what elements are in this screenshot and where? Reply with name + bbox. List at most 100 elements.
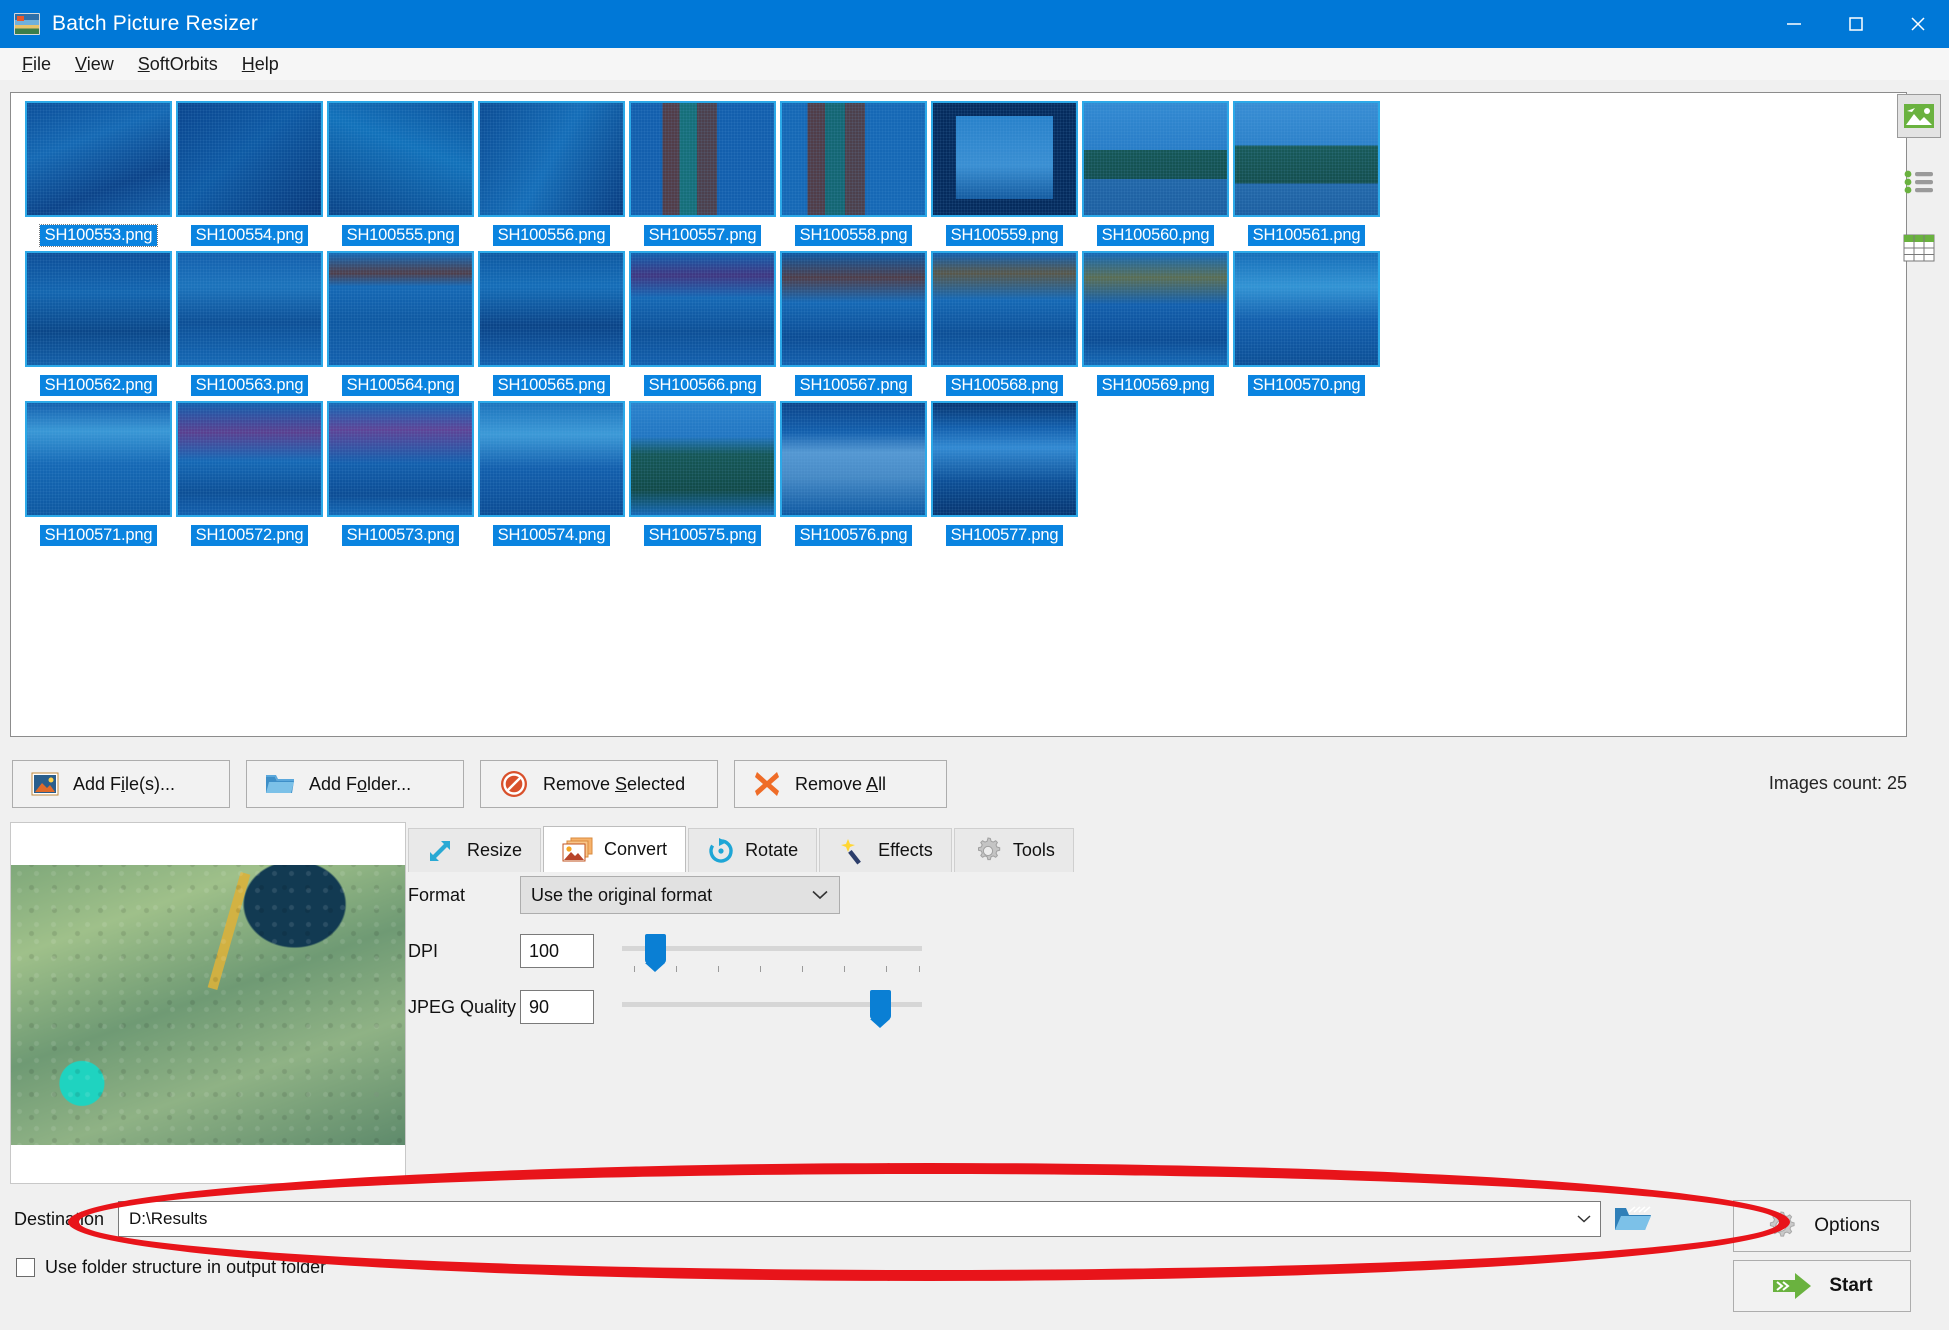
add-folder-button[interactable]: Add Folder... <box>246 760 464 808</box>
add-files-button[interactable]: Add File(s)... <box>12 760 230 808</box>
thumbnail-image[interactable] <box>25 101 172 217</box>
thumbnail-view-icon[interactable] <box>1897 94 1941 138</box>
destination-input[interactable]: D:\Results <box>118 1201 1601 1237</box>
use-folder-structure-checkbox[interactable] <box>16 1258 35 1277</box>
thumbnail-item[interactable]: SH100570.png <box>1231 251 1382 396</box>
thumbnail-image[interactable] <box>327 401 474 517</box>
jpeg-quality-input[interactable]: 90 <box>520 990 594 1024</box>
thumbnail-filename: SH100574.png <box>492 525 611 546</box>
thumbnail-item[interactable]: SH100564.png <box>325 251 476 396</box>
thumbnail-image[interactable] <box>25 251 172 367</box>
format-label: Format <box>408 884 466 905</box>
thumbnail-item[interactable]: SH100560.png <box>1080 101 1231 246</box>
dpi-input[interactable]: 100 <box>520 934 594 968</box>
selection-overlay <box>631 253 774 365</box>
thumbnail-item[interactable]: SH100553.png <box>23 101 174 247</box>
thumbnail-list-panel[interactable]: SH100553.png SH100554.png SH100555.png SH10… <box>10 92 1907 737</box>
thumbnail-item[interactable]: SH100574.png <box>476 401 627 546</box>
thumbnail-item[interactable]: SH100563.png <box>174 251 325 396</box>
thumbnail-image[interactable] <box>176 251 323 367</box>
thumbnail-image[interactable] <box>478 101 625 217</box>
thumbnail-image[interactable] <box>780 101 927 217</box>
thumbnail-image[interactable] <box>25 401 172 517</box>
thumbnail-item[interactable]: SH100562.png <box>23 251 174 396</box>
thumbnail-item[interactable]: SH100577.png <box>929 401 1080 546</box>
thumbnail-item[interactable]: SH100557.png <box>627 101 778 246</box>
thumbnail-image[interactable] <box>478 401 625 517</box>
view-mode-bar <box>1897 94 1941 292</box>
menu-item-file[interactable]: File <box>10 51 63 78</box>
jpeg-slider-thumb[interactable] <box>870 990 891 1028</box>
thumbnail-image[interactable] <box>1082 101 1229 217</box>
thumbnail-image[interactable] <box>931 251 1078 367</box>
details-view-icon[interactable] <box>1897 226 1941 270</box>
start-button[interactable]: Start <box>1733 1260 1911 1312</box>
thumbnail-image[interactable] <box>1082 251 1229 367</box>
thumbnail-item[interactable]: SH100561.png <box>1231 101 1382 246</box>
thumbnail-item[interactable]: SH100575.png <box>627 401 778 546</box>
destination-row: Destination D:\Results <box>14 1200 1659 1238</box>
thumbnail-item[interactable]: SH100555.png <box>325 101 476 246</box>
selection-overlay <box>1084 253 1227 365</box>
thumbnail-item[interactable]: SH100569.png <box>1080 251 1231 396</box>
thumbnail-image[interactable] <box>931 101 1078 217</box>
remove-all-button[interactable]: Remove All <box>734 760 947 808</box>
thumbnail-item[interactable]: SH100567.png <box>778 251 929 396</box>
menu-item-softorbits[interactable]: SoftOrbits <box>126 51 230 78</box>
options-button[interactable]: Options <box>1733 1200 1911 1252</box>
selection-overlay <box>178 103 321 215</box>
selection-overlay <box>1084 103 1227 215</box>
title-bar: Batch Picture Resizer <box>0 0 1949 48</box>
tab-convert[interactable]: Convert <box>543 826 687 872</box>
menu-item-help[interactable]: Help <box>230 51 291 78</box>
dpi-slider[interactable] <box>622 932 922 972</box>
thumbnail-image[interactable] <box>780 401 927 517</box>
application-window: Batch Picture Resizer File View SoftOrbi… <box>0 0 1949 1330</box>
thumbnail-row: SH100571.png SH100572.png SH100573.png SH10… <box>23 401 1906 546</box>
list-view-icon[interactable] <box>1897 160 1941 204</box>
thumbnail-item[interactable]: SH100558.png <box>778 101 929 246</box>
dpi-slider-thumb[interactable] <box>645 934 666 972</box>
thumbnail-image[interactable] <box>176 401 323 517</box>
minimize-button[interactable] <box>1763 0 1825 48</box>
thumbnail-item[interactable]: SH100572.png <box>174 401 325 546</box>
selection-overlay <box>27 253 170 365</box>
tab-rotate[interactable]: Rotate <box>688 828 818 872</box>
tab-resize[interactable]: Resize <box>408 828 542 872</box>
thumbnail-image[interactable] <box>176 101 323 217</box>
maximize-button[interactable] <box>1825 0 1887 48</box>
close-button[interactable] <box>1887 0 1949 48</box>
thumbnail-image[interactable] <box>629 101 776 217</box>
thumbnail-image[interactable] <box>327 251 474 367</box>
remove-selected-button[interactable]: Remove Selected <box>480 760 718 808</box>
thumbnail-item[interactable]: SH100571.png <box>23 401 174 546</box>
thumbnail-item[interactable]: SH100565.png <box>476 251 627 396</box>
tab-tools[interactable]: Tools <box>953 828 1074 872</box>
selection-overlay <box>933 103 1076 215</box>
thumbnail-filename: SH100569.png <box>1096 375 1215 396</box>
chevron-down-icon[interactable] <box>1576 1209 1592 1229</box>
thumbnail-image[interactable] <box>629 251 776 367</box>
browse-folder-button[interactable] <box>1607 1200 1659 1238</box>
window-title: Batch Picture Resizer <box>52 12 259 35</box>
thumbnail-item[interactable]: SH100559.png <box>929 101 1080 246</box>
tab-effects[interactable]: Effects <box>819 828 952 872</box>
thumbnail-image[interactable] <box>931 401 1078 517</box>
menu-item-view[interactable]: View <box>63 51 126 78</box>
thumbnail-item[interactable]: SH100576.png <box>778 401 929 546</box>
thumbnail-item[interactable]: SH100573.png <box>325 401 476 546</box>
thumbnail-item[interactable]: SH100554.png <box>174 101 325 246</box>
thumbnail-item[interactable]: SH100566.png <box>627 251 778 396</box>
thumbnail-item[interactable]: SH100556.png <box>476 101 627 246</box>
use-folder-structure-row[interactable]: Use folder structure in output folder <box>16 1257 326 1278</box>
thumbnail-image[interactable] <box>327 101 474 217</box>
thumbnail-image[interactable] <box>629 401 776 517</box>
thumbnail-image[interactable] <box>478 251 625 367</box>
thumbnail-item[interactable]: SH100568.png <box>929 251 1080 396</box>
tab-label: Effects <box>878 840 933 860</box>
format-select[interactable]: Use the original format <box>520 876 840 914</box>
thumbnail-image[interactable] <box>780 251 927 367</box>
jpeg-quality-slider[interactable] <box>622 988 922 1028</box>
thumbnail-image[interactable] <box>1233 251 1380 367</box>
thumbnail-image[interactable] <box>1233 101 1380 217</box>
